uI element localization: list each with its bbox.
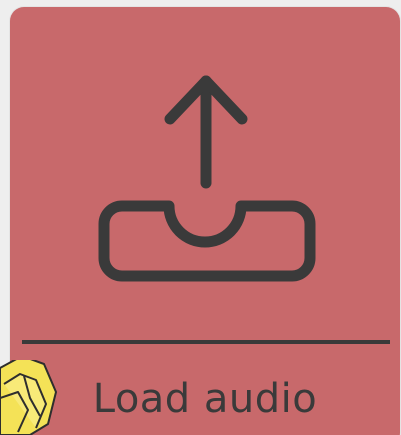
load-audio-label: Load audio [92,376,318,422]
upload-icon [98,75,316,282]
yellow-sticker-icon [0,360,57,435]
load-audio-button[interactable]: Load audio [10,7,400,435]
divider [22,340,390,344]
